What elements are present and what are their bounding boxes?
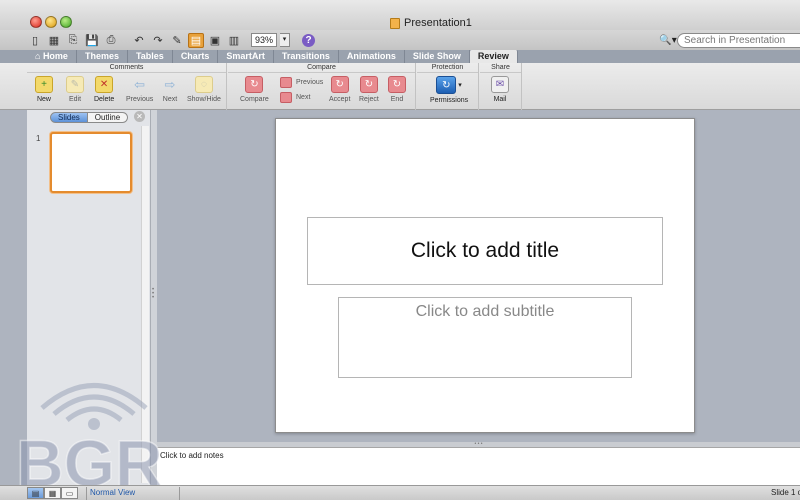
new-document-icon[interactable]: ▯ [27, 33, 43, 48]
zoom-window-button[interactable] [60, 16, 72, 28]
protection-group-title: Protection [417, 63, 478, 73]
print-icon[interactable]: ⎙ [103, 33, 119, 48]
delete-comment-button[interactable]: ✕ Delete [94, 76, 114, 103]
notes-placeholder[interactable]: Click to add notes [160, 451, 224, 460]
permissions-icon: ↻ [436, 76, 457, 94]
permissions-dropdown-arrow-icon: ▾ [458, 82, 462, 89]
compare-group: Compare ↻ Compare Previous Next ↻ Accept… [228, 63, 416, 110]
compare-next-button[interactable]: Next [280, 92, 310, 103]
protection-group: Protection ↻ ▾ Permissions [417, 63, 479, 110]
pane-view-tabs: Slides Outline [50, 112, 129, 123]
view-switcher: ▤ ▦ ▭ [27, 487, 78, 499]
tab-transitions[interactable]: Transitions [274, 50, 339, 63]
splitter-grip-icon: • • • [152, 287, 155, 301]
save-as-movie-icon[interactable]: ▥ [226, 33, 242, 48]
mail-button[interactable]: ✉ Mail [491, 76, 509, 103]
comments-group: Comments + New ✎ Edit ✕ Delete ⇦ Previou… [27, 63, 227, 110]
close-pane-icon[interactable]: ✕ [134, 111, 145, 122]
window-title-text: Presentation1 [404, 17, 472, 29]
share-group: Share ✉ Mail [480, 63, 522, 110]
zoom-dropdown-arrow[interactable]: ▾ [280, 33, 290, 47]
search-input[interactable] [677, 33, 800, 48]
slide-thumbnail[interactable] [50, 132, 132, 193]
view-name-label: Normal View [86, 487, 180, 500]
normal-view-button[interactable]: ▤ [27, 487, 44, 499]
media-browser-icon[interactable]: ▣ [207, 33, 223, 48]
next-arrow-icon: ⇨ [164, 76, 176, 92]
help-icon[interactable]: ? [302, 33, 315, 47]
save-icon[interactable]: 💾 [84, 33, 100, 48]
delete-comment-icon: ✕ [95, 76, 114, 93]
reject-change-button[interactable]: ↻ Reject [359, 76, 379, 103]
zoom-field[interactable]: 93% [251, 33, 277, 47]
notes-pane[interactable]: Click to add notes [157, 447, 800, 485]
standard-toolbar: ▯ ▦ ⎘ 💾 ⎙ ↶ ↷ ✎ ▤ ▣ ▥ 93% ▾ ? 🔍▾ [0, 30, 800, 50]
current-slide[interactable]: Click to add title Click to add subtitle [275, 118, 695, 433]
document-icon [390, 17, 400, 29]
gallery-icon[interactable]: ▦ [46, 33, 62, 48]
slide-canvas: Click to add title Click to add subtitle [157, 110, 800, 442]
new-comment-button[interactable]: + New [35, 76, 53, 103]
title-bar: Presentation1 [0, 0, 800, 30]
minimize-window-button[interactable] [45, 16, 57, 28]
new-comment-icon: + [35, 76, 53, 93]
redo-icon[interactable]: ↷ [150, 33, 166, 48]
slide-sorter-view-button[interactable]: ▦ [44, 487, 61, 499]
tab-home[interactable]: ⌂ Home [27, 50, 77, 63]
show-hide-comments-button[interactable]: ◌ Show/Hide [187, 76, 221, 103]
share-group-title: Share [480, 63, 521, 73]
edit-comment-button[interactable]: ✎ Edit [66, 76, 84, 103]
compare-group-title: Compare [228, 63, 415, 73]
pane-scrollbar[interactable] [141, 126, 149, 483]
open-icon[interactable]: ⎘ [65, 33, 81, 48]
slide-number: 1 [36, 134, 41, 143]
compare-button[interactable]: ↻ Compare [240, 76, 269, 103]
tab-slide-show[interactable]: Slide Show [405, 50, 470, 63]
accept-change-button[interactable]: ↻ Accept [329, 76, 350, 103]
previous-arrow-icon: ⇦ [134, 76, 146, 92]
compare-previous-icon [280, 77, 292, 88]
window-title: Presentation1 [390, 17, 472, 29]
format-painter-icon[interactable]: ✎ [169, 33, 185, 48]
end-review-button[interactable]: ↻ End [388, 76, 406, 103]
tab-animations[interactable]: Animations [339, 50, 405, 63]
next-comment-button[interactable]: ⇨ Next [161, 76, 179, 104]
compare-previous-button[interactable]: Previous [280, 77, 323, 88]
permissions-button[interactable]: ↻ ▾ Permissions [430, 76, 468, 104]
toolbox-icon[interactable]: ▤ [188, 32, 204, 48]
slides-pane: Slides Outline ✕ 1 [27, 110, 151, 485]
slide-count-text: Slide 1 o [771, 488, 800, 497]
ribbon: Comments + New ✎ Edit ✕ Delete ⇦ Previou… [0, 63, 800, 110]
mail-icon: ✉ [491, 76, 509, 93]
compare-next-icon [280, 92, 292, 103]
slide-show-view-button[interactable]: ▭ [61, 487, 78, 499]
title-placeholder[interactable]: Click to add title [307, 217, 663, 285]
previous-comment-button[interactable]: ⇦ Previous [126, 76, 153, 104]
subtitle-placeholder[interactable]: Click to add subtitle [338, 297, 632, 378]
close-window-button[interactable] [30, 16, 42, 28]
tab-themes[interactable]: Themes [77, 50, 128, 63]
tab-outline[interactable]: Outline [87, 112, 129, 123]
compare-icon: ↻ [245, 76, 264, 93]
search-box: 🔍▾ [659, 33, 800, 48]
reject-icon: ↻ [359, 76, 378, 93]
comments-group-title: Comments [27, 63, 226, 73]
search-icon[interactable]: 🔍▾ [659, 34, 677, 48]
tab-smartart[interactable]: SmartArt [218, 50, 274, 63]
edit-comment-icon: ✎ [66, 76, 84, 93]
tab-slides[interactable]: Slides [50, 112, 88, 123]
end-review-icon: ↻ [388, 76, 406, 93]
tab-review[interactable]: Review [469, 50, 518, 63]
tab-tables[interactable]: Tables [128, 50, 173, 63]
undo-icon[interactable]: ↶ [131, 33, 147, 48]
accept-icon: ↻ [330, 76, 349, 93]
status-bar: ▤ ▦ ▭ Normal View Slide 1 o [0, 485, 800, 500]
show-hide-icon: ◌ [194, 76, 213, 93]
ribbon-tabs: ⌂ Home Themes Tables Charts SmartArt Tra… [0, 50, 800, 63]
tab-charts[interactable]: Charts [173, 50, 219, 63]
